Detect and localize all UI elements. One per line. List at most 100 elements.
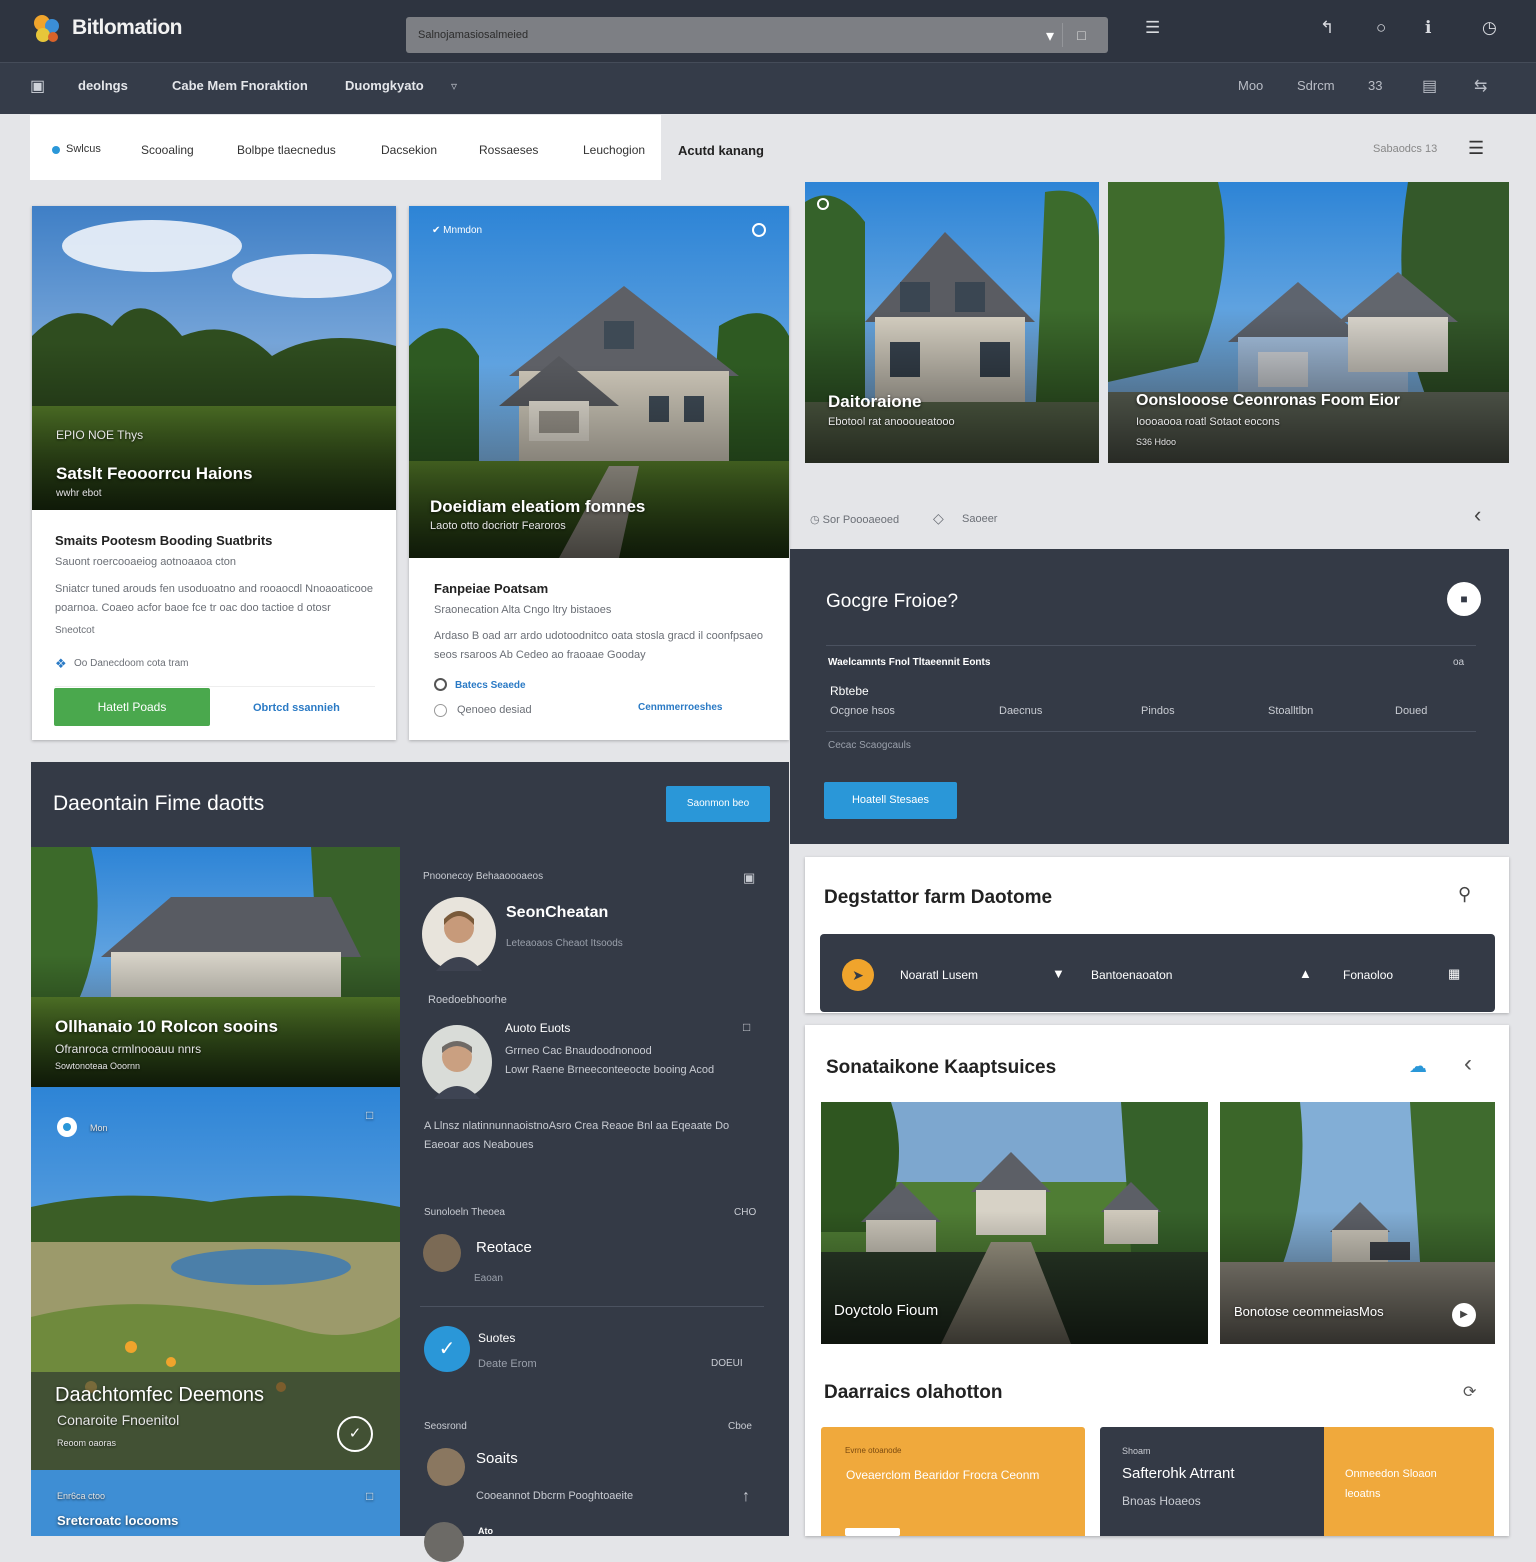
grid-icon[interactable]: ▣ [30, 76, 45, 96]
people-section-2: Roedoebhoorhe [428, 994, 507, 1006]
faq-button[interactable]: Hoatell Stesaes [824, 782, 957, 819]
tab-5[interactable]: Rossaeses [479, 143, 538, 157]
chevron-down-icon[interactable]: ▿ [451, 79, 457, 93]
menu-icon[interactable]: ☰ [1468, 138, 1484, 159]
play-icon[interactable]: ▶ [1452, 1303, 1476, 1327]
chevron-left-icon[interactable]: ‹ [1474, 502, 1481, 528]
item2-name[interactable]: Suotes [478, 1331, 515, 1345]
user-icon[interactable]: ▲ [1299, 966, 1312, 981]
photo4-title: Oonslooose Ceonronas Foom Eior [1136, 392, 1401, 409]
item4-name[interactable]: Ato [478, 1526, 493, 1536]
card2-title[interactable]: Fanpeiae Poatsam [434, 581, 548, 596]
faq-col-5[interactable]: Doued [1395, 705, 1427, 717]
list-icon[interactable]: ☰ [1145, 18, 1160, 38]
tab-4[interactable]: Dacsekion [381, 143, 437, 157]
person2-name[interactable]: Auoto Euots [505, 1021, 570, 1035]
avatar[interactable] [423, 1234, 461, 1272]
circle-icon[interactable]: ○ [1376, 18, 1386, 38]
tab-6[interactable]: Leuchogion [583, 143, 645, 157]
faq-sub-label: Rbtebe [830, 684, 869, 698]
nav-item-3[interactable]: Duomgkyato [345, 78, 424, 93]
bottom-card-1-tag: Evrne otoanode [845, 1446, 902, 1455]
brand-name[interactable]: Bitlomation [72, 16, 183, 40]
search-bar[interactable]: Salnojamasiosalmeied ▾ □ [406, 17, 1108, 53]
destination-item-2[interactable]: Bantoenaoaton [1091, 968, 1172, 982]
card1-primary-button[interactable]: Hatetl Poads [54, 688, 210, 726]
faq-footer: Cecac Scaogcauls [828, 740, 911, 751]
faq-row-label: Waelcamnts Fnol Tltaeennit Eonts [828, 657, 991, 668]
radio-option-1[interactable] [434, 678, 447, 691]
nav-item-2[interactable]: Cabe Mem Fnoraktion [172, 78, 308, 93]
card1-overlay-label: EPIO NOE Thys [56, 428, 144, 442]
clock-icon[interactable]: ◷ [1482, 18, 1497, 38]
cloud-icon[interactable]: ☁ [1409, 1056, 1427, 1077]
expand-icon[interactable]: ▣ [743, 870, 755, 886]
check-circle-icon[interactable]: ✓ [337, 1416, 373, 1452]
tab-active[interactable]: Acutd kanang [678, 143, 764, 158]
nav-right-3[interactable]: 33 [1368, 78, 1382, 93]
lock-icon[interactable]: ■ [1447, 582, 1481, 616]
photo3-sub: Ebotool rat anoooueatooo [828, 416, 955, 428]
faq-col-1[interactable]: Ocgnoe hsos [830, 705, 895, 717]
card2-badge: ✔ Mnmdon [432, 225, 482, 236]
bottom-card-2-sub: Bnoas Hoaeos [1122, 1494, 1201, 1508]
bookmark-icon[interactable]: □ [366, 1108, 373, 1122]
message-icon[interactable]: ▤ [1422, 76, 1437, 96]
card2-link[interactable]: Cenmmerroeshes [638, 702, 722, 713]
person1-name[interactable]: SeonCheatan [506, 904, 608, 922]
faq-row-right: oa [1453, 657, 1465, 668]
bookmark-icon[interactable]: □ [366, 1489, 373, 1503]
featured-button[interactable]: Saonmon beo [666, 786, 770, 822]
card1-secondary-link[interactable]: Obrtcd ssannieh [253, 702, 340, 714]
faq-col-2[interactable]: Daecnus [999, 705, 1042, 717]
search-filter-button[interactable]: □ [1062, 23, 1100, 47]
info-icon[interactable]: ℹ [1425, 18, 1431, 38]
avatar[interactable] [422, 897, 496, 971]
featured-photo-3-title: Sretcroatc locooms [57, 1513, 179, 1528]
destination-item-3[interactable]: Fonaoloo [1343, 968, 1393, 982]
tab-1[interactable]: Swlcus [66, 143, 101, 155]
featured-photo-1-title: Ollhanaio 10 Rolcon sooins [55, 1017, 278, 1036]
chevron-down-icon[interactable]: ▾ [1046, 26, 1054, 46]
chevron-left-icon[interactable]: ‹ [1464, 1050, 1472, 1078]
meta-left-label: Sor Poooaeoed [822, 514, 900, 526]
destination-item-1[interactable]: Noaratl Lusem [900, 968, 978, 982]
card2-option-1[interactable]: Batecs Seaede [455, 680, 526, 691]
refresh-icon[interactable]: ⟳ [1463, 1382, 1476, 1402]
photo4-sub: Ioooaooa roatl Sotaot eocons [1136, 416, 1280, 428]
people-section-3: Sunoloeln Theoea [424, 1207, 505, 1218]
tab-2[interactable]: Scooaling [141, 143, 194, 157]
item1-name[interactable]: Reotace [476, 1239, 532, 1256]
message-icon[interactable]: □ [743, 1020, 750, 1034]
avatar[interactable] [422, 1025, 492, 1099]
avatar[interactable] [424, 1522, 464, 1562]
check-icon[interactable]: ✓ [424, 1326, 470, 1372]
nav-right-1[interactable]: Moo [1238, 78, 1263, 93]
calendar-icon[interactable]: ▦ [1448, 966, 1460, 982]
user-menu-icon[interactable]: ⇆ [1474, 76, 1487, 96]
select-photo-toggle[interactable] [817, 198, 829, 210]
card2-option-2[interactable]: Qenoeo desiad [457, 704, 532, 716]
faq-col-4[interactable]: Stoalltlbn [1268, 705, 1313, 717]
nav-item-1[interactable]: deolngs [78, 78, 128, 93]
nav-right-2[interactable]: Sdrcm [1297, 78, 1335, 93]
meta-right: Saoeer [962, 513, 998, 525]
compass-icon[interactable]: ➤ [842, 959, 874, 991]
search-icon[interactable]: ⚲ [1458, 884, 1471, 905]
card1-title[interactable]: Smaits Pootesm Booding Suatbrits [55, 533, 272, 548]
radio-option-2[interactable] [434, 704, 447, 717]
favorite-toggle-icon[interactable] [752, 223, 766, 237]
item3-name[interactable]: Soaits [476, 1450, 518, 1467]
back-icon[interactable]: ↰ [1320, 18, 1334, 38]
avatar[interactable] [427, 1448, 465, 1486]
card1-overlay-sub: wwhr ebot [56, 488, 102, 499]
bottom-card-1-button[interactable] [845, 1528, 900, 1536]
bottom-card-2-tag: Shoam [1122, 1446, 1151, 1456]
person2-line2: Lowr Raene Brneeconteeocte booing Acod [505, 1064, 715, 1076]
bottom-card-3-text: Onmeedon Sloaon leoatns [1345, 1468, 1437, 1500]
arrow-up-icon[interactable]: ↑ [742, 1488, 750, 1506]
tab-3[interactable]: Bolbpe tlaecnedus [237, 143, 336, 157]
chevron-down-icon[interactable]: ▼ [1052, 966, 1065, 981]
faq-col-3[interactable]: Pindos [1141, 705, 1175, 717]
featured-photo-1-sub: Ofranroca crmlnooauu nnrs [55, 1042, 202, 1056]
